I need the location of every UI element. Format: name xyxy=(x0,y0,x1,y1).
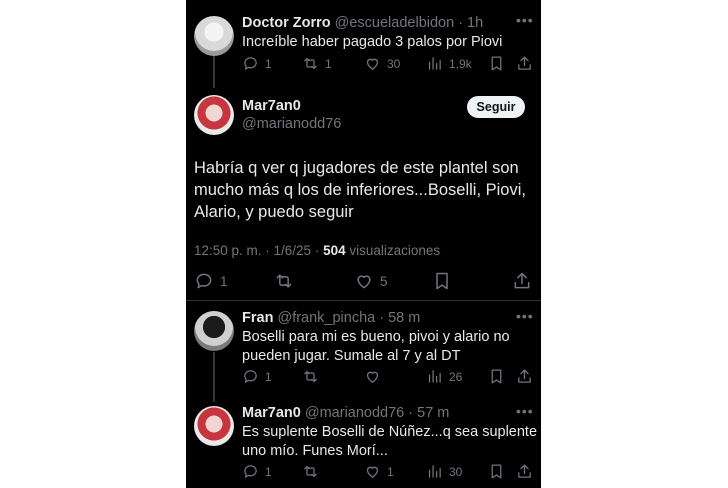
avatar[interactable] xyxy=(194,16,234,56)
thread-view: Doctor Zorro @escueladelbidon · 1h ••• I… xyxy=(186,0,541,488)
like-count: 5 xyxy=(380,273,388,289)
retweet-icon xyxy=(304,465,317,478)
bookmark-button[interactable] xyxy=(488,463,505,480)
reply-button[interactable]: 1 xyxy=(242,368,272,385)
follow-button[interactable]: Seguir xyxy=(467,96,525,118)
bookmark-button[interactable] xyxy=(488,55,505,72)
retweet-button[interactable]: 1 xyxy=(302,55,332,72)
thread-line xyxy=(213,56,215,88)
bookmark-icon xyxy=(491,56,502,71)
retweet-icon xyxy=(304,57,317,70)
retweet-count: 1 xyxy=(325,56,332,71)
tweet-text-line: pueden jugar. Sumale al 7 y al DT xyxy=(242,348,461,364)
more-icon[interactable]: ••• xyxy=(516,308,534,324)
reply-button[interactable]: 1 xyxy=(194,271,228,291)
views-count: 30 xyxy=(449,464,463,479)
tweet-text-line: Boselli para mi es bueno, pivoi y alario… xyxy=(242,329,510,345)
bookmark-icon xyxy=(491,369,502,384)
share-icon xyxy=(518,56,531,70)
share-button[interactable] xyxy=(516,368,533,385)
tweet-text-line: Habría q ver q jugadores de este plantel… xyxy=(194,159,519,177)
bookmark-button[interactable] xyxy=(488,368,505,385)
bookmark-icon xyxy=(491,464,502,479)
share-icon xyxy=(518,369,531,383)
retweet-icon xyxy=(304,370,317,383)
bookmark-button[interactable] xyxy=(432,271,452,291)
tweet-meta: 12:50 p. m. · 1/6/25 · 504 visualizacion… xyxy=(194,243,440,258)
share-icon xyxy=(514,272,530,289)
share-icon xyxy=(518,464,531,478)
reply-icon xyxy=(244,465,257,478)
like-count: 1 xyxy=(387,464,394,479)
views-count: 26 xyxy=(449,369,463,384)
views-count: 1,9k xyxy=(449,56,472,71)
views-button[interactable]: 30 xyxy=(426,463,462,480)
views-label: visualizaciones xyxy=(345,243,441,258)
reply-count: 1 xyxy=(220,273,228,289)
tweet-time[interactable]: · 57 m xyxy=(408,405,449,421)
author-handle[interactable]: @marianodd76 xyxy=(305,405,404,421)
like-icon xyxy=(366,466,379,478)
author-handle[interactable]: @frank_pincha xyxy=(277,310,375,326)
like-button[interactable]: 30 xyxy=(364,55,400,72)
bookmark-icon xyxy=(436,272,448,290)
tweet-text: Increíble haber pagado 3 palos por Piovi xyxy=(242,34,503,50)
views-icon xyxy=(428,370,441,383)
author-name[interactable]: Mar7an0 xyxy=(242,405,301,421)
reply-icon xyxy=(244,57,257,70)
tweet-text-line: mucho más q los de inferiores...Boselli,… xyxy=(194,181,526,199)
views-button[interactable]: 1,9k xyxy=(426,55,472,72)
reply-icon xyxy=(244,370,257,383)
more-icon[interactable]: ••• xyxy=(516,12,534,28)
views-icon xyxy=(428,465,441,478)
like-button[interactable] xyxy=(364,368,381,385)
tweet-time[interactable]: · 58 m xyxy=(379,310,420,326)
tweet-header: Doctor Zorro @escueladelbidon · 1h xyxy=(242,14,483,32)
reply-button[interactable]: 1 xyxy=(242,55,272,72)
share-button[interactable] xyxy=(512,271,532,291)
retweet-button[interactable] xyxy=(302,463,319,480)
author-name[interactable]: Fran xyxy=(242,310,273,326)
tweet-header: Mar7an0 @marianodd76 · 57 m xyxy=(242,404,449,422)
reply-count: 1 xyxy=(265,369,272,384)
tweet-time[interactable]: · 1h xyxy=(458,15,483,31)
retweet-button[interactable] xyxy=(302,368,319,385)
more-icon[interactable]: ••• xyxy=(516,403,534,419)
author-name[interactable]: Doctor Zorro xyxy=(242,15,331,31)
like-button[interactable]: 5 xyxy=(354,271,388,291)
reply-count: 1 xyxy=(265,56,272,71)
like-count: 30 xyxy=(387,56,401,71)
retweet-button[interactable] xyxy=(274,271,294,291)
reply-button[interactable]: 1 xyxy=(242,463,272,480)
author-handle[interactable]: @marianodd76 xyxy=(242,115,341,133)
reply-count: 1 xyxy=(265,464,272,479)
views-icon xyxy=(428,57,441,70)
share-button[interactable] xyxy=(516,463,533,480)
tweet-text-line: Es suplente Boselli de Núñez...q sea sup… xyxy=(242,424,538,440)
divider xyxy=(186,300,541,301)
author-handle[interactable]: @escueladelbidon xyxy=(335,15,455,31)
retweet-icon xyxy=(276,274,292,288)
like-icon xyxy=(357,275,371,289)
views-button[interactable]: 26 xyxy=(426,368,462,385)
views-count: 504 xyxy=(323,243,346,258)
tweet-text-line: Alario, y puedo seguir xyxy=(194,203,354,221)
tweet-timestamp[interactable]: 12:50 p. m. · 1/6/25 · xyxy=(194,243,323,258)
avatar[interactable] xyxy=(194,406,234,446)
like-icon xyxy=(366,58,379,70)
tweet-text-line: uno mío. Funes Morí... xyxy=(242,443,388,459)
reply-icon xyxy=(196,273,212,289)
tweet-header: Fran @frank_pincha · 58 m xyxy=(242,309,420,327)
avatar[interactable] xyxy=(194,311,234,351)
like-button[interactable]: 1 xyxy=(364,463,394,480)
like-icon xyxy=(366,371,379,383)
share-button[interactable] xyxy=(516,55,533,72)
thread-line xyxy=(213,352,215,402)
avatar[interactable] xyxy=(194,95,234,135)
author-name[interactable]: Mar7an0 xyxy=(242,97,301,115)
